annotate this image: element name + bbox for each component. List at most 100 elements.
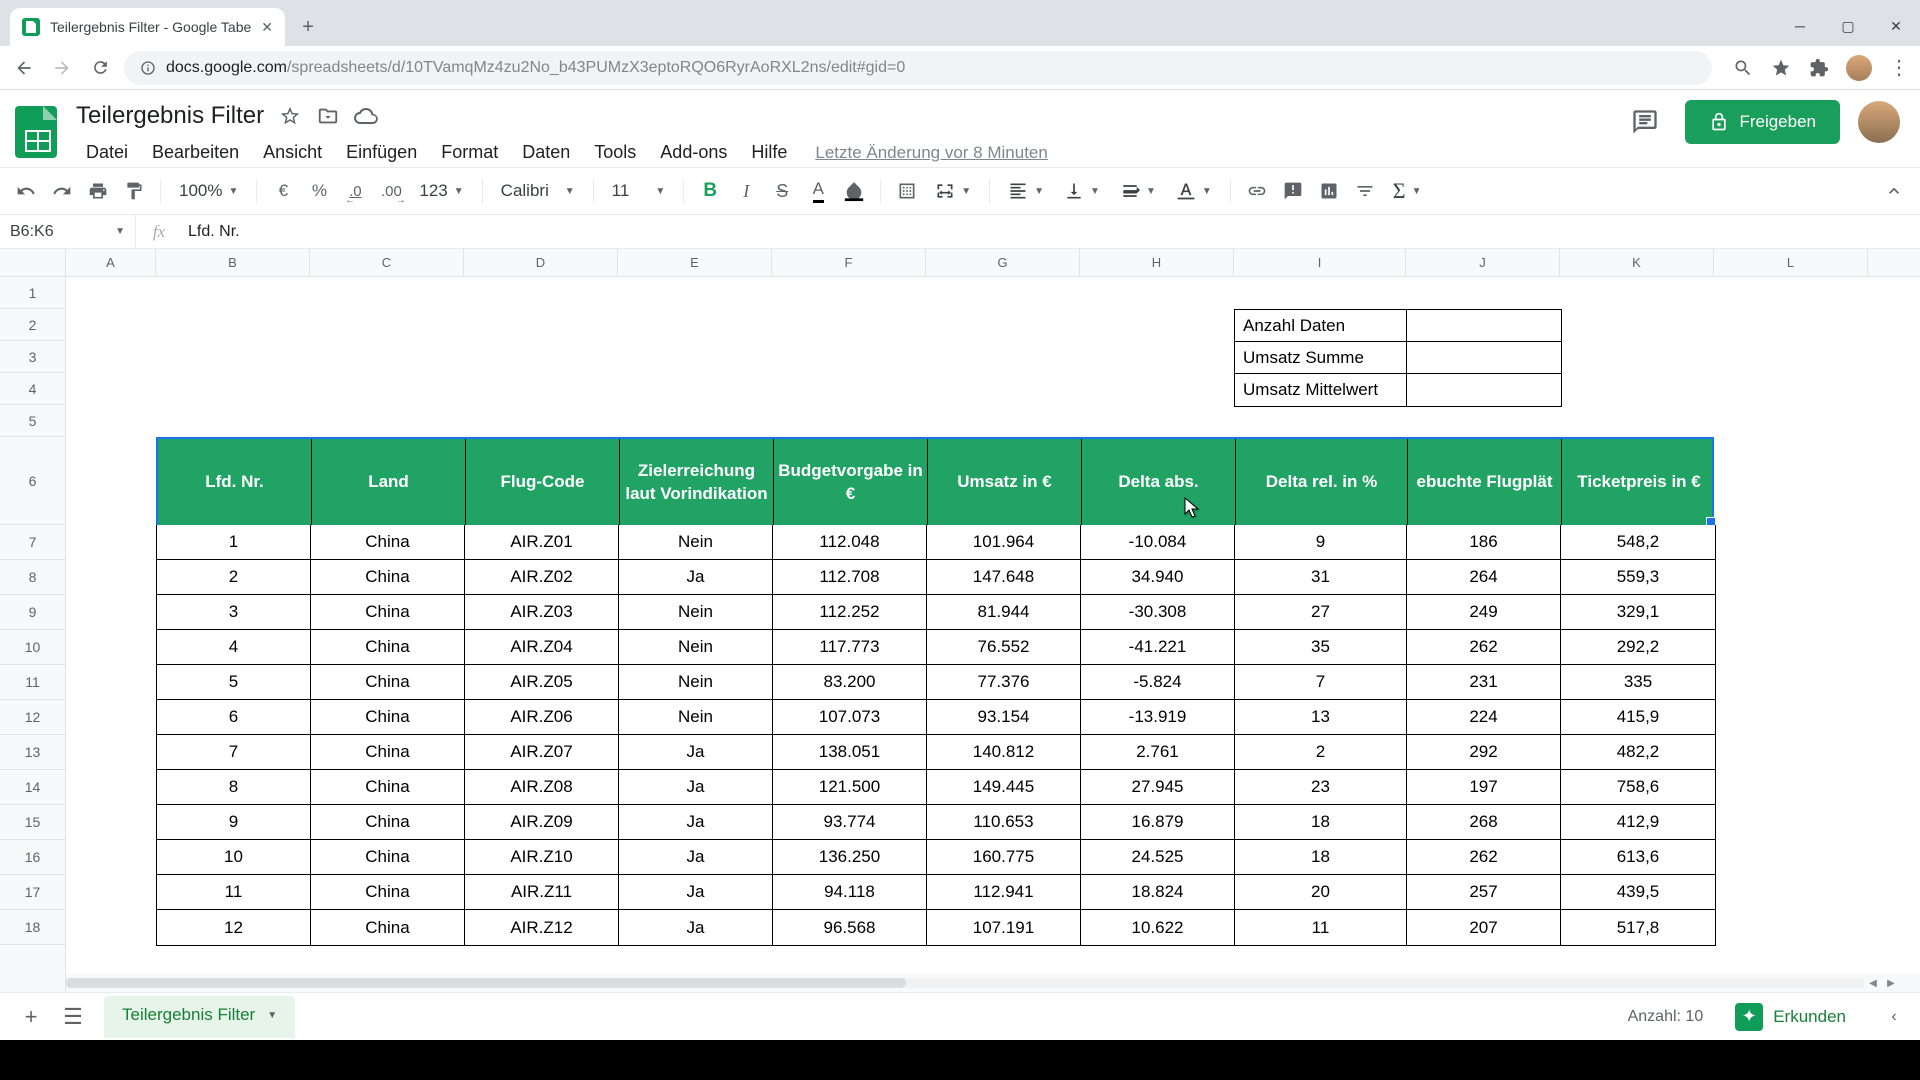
table-cell[interactable]: Ja (619, 840, 773, 875)
table-cell[interactable]: AIR.Z11 (465, 875, 619, 910)
currency-button[interactable]: € (267, 175, 299, 207)
wrap-button[interactable]: ▼ (1112, 181, 1164, 201)
table-header[interactable]: Lfd. Nr. (158, 439, 312, 527)
table-cell[interactable]: 27 (1235, 595, 1407, 630)
col-header-F[interactable]: F (772, 249, 926, 276)
table-cell[interactable]: AIR.Z05 (465, 665, 619, 700)
table-cell[interactable]: Ja (619, 875, 773, 910)
table-cell[interactable]: 9 (1235, 525, 1407, 560)
table-cell[interactable]: 1 (157, 525, 311, 560)
table-cell[interactable]: 35 (1235, 630, 1407, 665)
row-header-11[interactable]: 11 (0, 665, 65, 700)
menu-format[interactable]: Format (431, 138, 508, 167)
row-header-2[interactable]: 2 (0, 309, 65, 341)
table-cell[interactable]: 18.824 (1081, 875, 1235, 910)
row-header-13[interactable]: 13 (0, 735, 65, 770)
table-cell[interactable]: 10.622 (1081, 910, 1235, 945)
table-cell[interactable]: 117.773 (773, 630, 927, 665)
menu-bearbeiten[interactable]: Bearbeiten (142, 138, 249, 167)
table-cell[interactable]: AIR.Z07 (465, 735, 619, 770)
table-cell[interactable]: AIR.Z03 (465, 595, 619, 630)
table-cell[interactable]: 9 (157, 805, 311, 840)
table-cell[interactable]: 197 (1407, 770, 1561, 805)
table-cell[interactable]: 11 (1235, 910, 1407, 945)
table-cell[interactable]: 7 (1235, 665, 1407, 700)
table-cell[interactable]: 110.653 (927, 805, 1081, 840)
table-cell[interactable]: China (311, 630, 465, 665)
col-header-A[interactable]: A (66, 249, 156, 276)
table-cell[interactable]: 412,9 (1561, 805, 1715, 840)
fill-color-button[interactable] (838, 175, 870, 207)
table-cell[interactable]: 101.964 (927, 525, 1081, 560)
table-cell[interactable]: 12 (157, 910, 311, 945)
filter-button[interactable] (1349, 175, 1381, 207)
row-header-1[interactable]: 1 (0, 277, 65, 309)
add-sheet-button[interactable]: + (10, 996, 52, 1038)
summary-label[interactable]: Umsatz Mittelwert (1235, 374, 1407, 406)
table-cell[interactable]: China (311, 875, 465, 910)
zoom-select[interactable]: 100%▼ (171, 181, 246, 201)
table-cell[interactable]: Ja (619, 910, 773, 945)
url-input[interactable]: docs.google.com/spreadsheets/d/10TVamqMz… (124, 51, 1712, 85)
col-header-G[interactable]: G (926, 249, 1080, 276)
sheet-menu-icon[interactable]: ▼ (267, 1010, 277, 1021)
browser-tab[interactable]: Teilergebnis Filter - Google Tabe ✕ (10, 8, 285, 46)
table-cell[interactable]: 262 (1407, 840, 1561, 875)
table-cell[interactable]: 96.568 (773, 910, 927, 945)
table-cell[interactable]: 613,6 (1561, 840, 1715, 875)
table-cell[interactable]: Nein (619, 595, 773, 630)
paint-format-button[interactable] (118, 175, 150, 207)
row-header-3[interactable]: 3 (0, 341, 65, 373)
menu-daten[interactable]: Daten (512, 138, 580, 167)
table-cell[interactable]: 8 (157, 770, 311, 805)
forward-button[interactable] (48, 54, 76, 82)
dec-decimal-button[interactable]: .0← (339, 175, 371, 207)
row-header-18[interactable]: 18 (0, 910, 65, 945)
cells-area[interactable]: Anzahl DatenUmsatz SummeUmsatz Mittelwer… (66, 277, 1920, 992)
table-cell[interactable]: China (311, 770, 465, 805)
menu-ansicht[interactable]: Ansicht (253, 138, 332, 167)
comments-button[interactable] (1623, 100, 1667, 144)
table-cell[interactable]: 186 (1407, 525, 1561, 560)
table-cell[interactable]: AIR.Z02 (465, 560, 619, 595)
table-cell[interactable]: 136.250 (773, 840, 927, 875)
col-header-I[interactable]: I (1234, 249, 1406, 276)
extensions-icon[interactable] (1808, 57, 1830, 79)
table-cell[interactable]: China (311, 595, 465, 630)
table-cell[interactable]: AIR.Z12 (465, 910, 619, 945)
percent-button[interactable]: % (303, 175, 335, 207)
col-header-C[interactable]: C (310, 249, 464, 276)
share-button[interactable]: Freigeben (1685, 100, 1840, 144)
rotate-button[interactable]: ▼ (1168, 181, 1220, 201)
comment-button[interactable] (1277, 175, 1309, 207)
table-header[interactable]: Flug-Code (466, 439, 620, 527)
table-cell[interactable]: 93.774 (773, 805, 927, 840)
print-button[interactable] (82, 175, 114, 207)
table-cell[interactable]: 2 (1235, 735, 1407, 770)
table-cell[interactable]: 7 (157, 735, 311, 770)
table-cell[interactable]: 231 (1407, 665, 1561, 700)
table-cell[interactable]: 112.708 (773, 560, 927, 595)
table-cell[interactable]: 3 (157, 595, 311, 630)
bold-button[interactable]: B (694, 175, 726, 207)
table-cell[interactable]: 262 (1407, 630, 1561, 665)
table-cell[interactable]: AIR.Z04 (465, 630, 619, 665)
table-cell[interactable]: 329,1 (1561, 595, 1715, 630)
table-cell[interactable]: Nein (619, 665, 773, 700)
table-cell[interactable]: 121.500 (773, 770, 927, 805)
table-cell[interactable]: Ja (619, 735, 773, 770)
table-cell[interactable]: 16.879 (1081, 805, 1235, 840)
row-header-8[interactable]: 8 (0, 560, 65, 595)
table-cell[interactable]: 439,5 (1561, 875, 1715, 910)
scroll-right-icon[interactable]: ▶ (1882, 974, 1900, 992)
col-header-L[interactable]: L (1714, 249, 1868, 276)
h-scroll-thumb[interactable] (66, 978, 906, 988)
col-header-D[interactable]: D (464, 249, 618, 276)
table-cell[interactable]: 31 (1235, 560, 1407, 595)
column-headers[interactable]: ABCDEFGHIJKL (66, 249, 1920, 277)
table-cell[interactable]: 482,2 (1561, 735, 1715, 770)
table-cell[interactable]: Nein (619, 630, 773, 665)
table-cell[interactable]: 34.940 (1081, 560, 1235, 595)
font-select[interactable]: Calibri▼ (493, 181, 583, 201)
table-cell[interactable]: China (311, 665, 465, 700)
